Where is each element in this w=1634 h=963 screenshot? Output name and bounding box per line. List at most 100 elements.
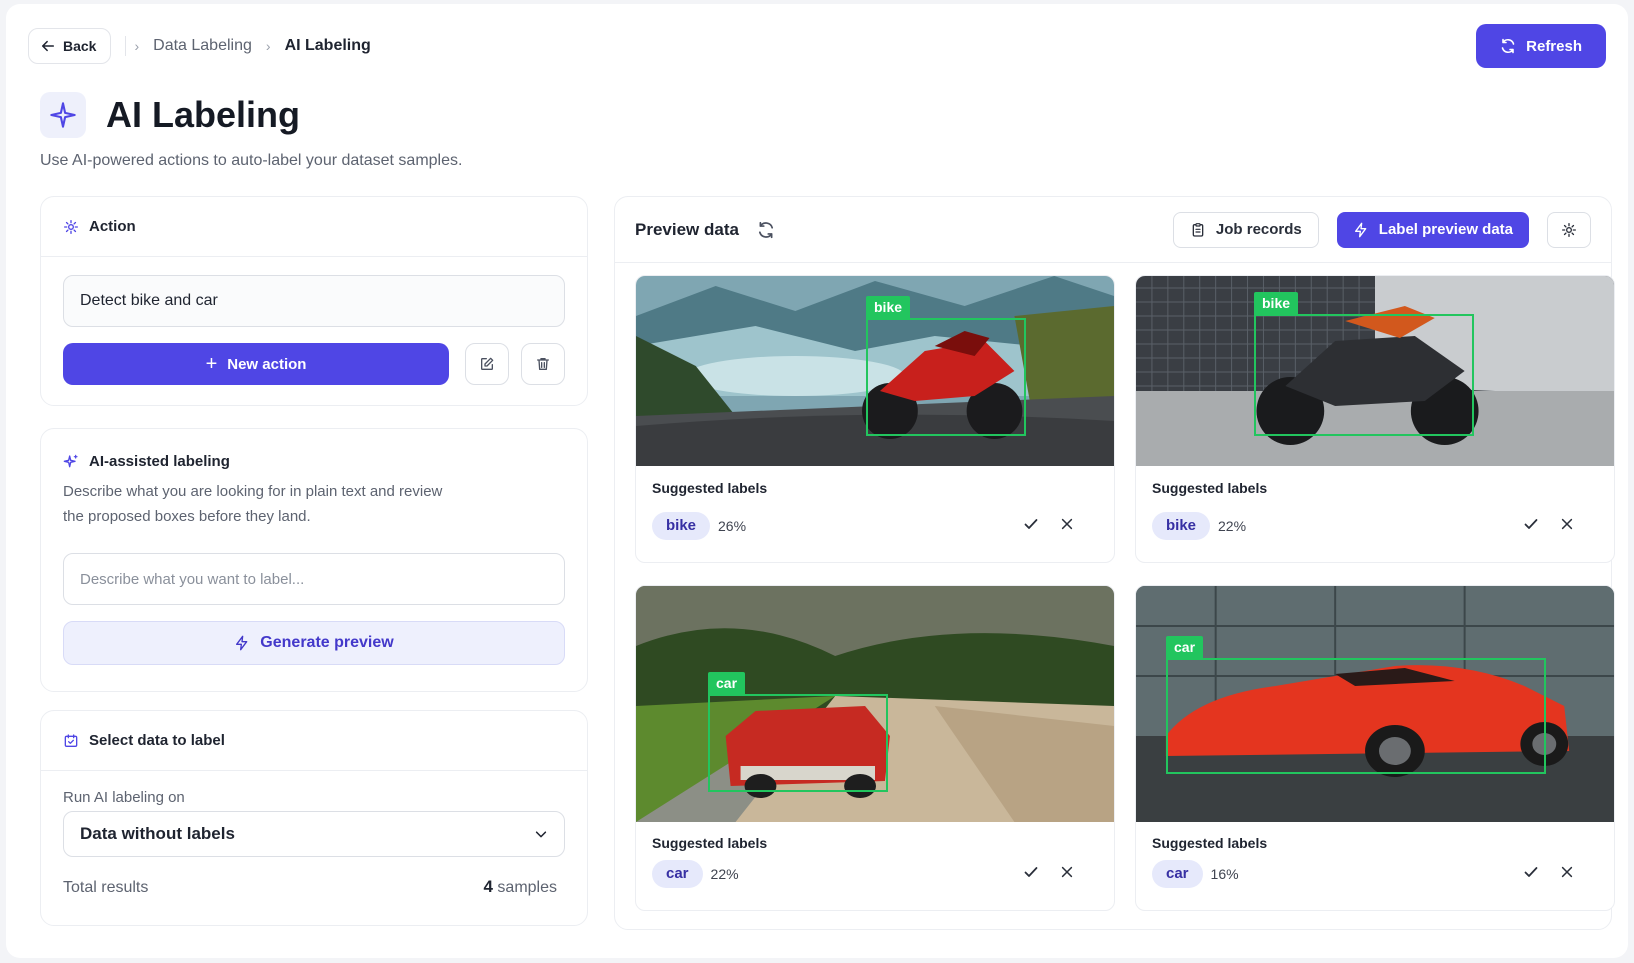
sample-card: bike Suggested labels bike 26%	[635, 275, 1115, 563]
data-scope-value: Data without labels	[80, 824, 235, 843]
select-data-card: Select data to label Run AI labeling on …	[40, 710, 588, 926]
action-card-header: Action	[41, 197, 587, 257]
select-data-header: Select data to label	[41, 711, 587, 771]
sample-image[interactable]: bike	[636, 276, 1114, 466]
action-select[interactable]: Detect bike and car	[63, 275, 565, 327]
arrow-left-icon	[41, 40, 55, 52]
reject-label-button[interactable]	[1055, 860, 1079, 884]
confidence-value: 16%	[1210, 866, 1239, 882]
action-card: Action Detect bike and car + New action	[40, 196, 588, 406]
sparkles-icon	[63, 454, 78, 467]
sample-image[interactable]: car	[1136, 586, 1614, 822]
preview-header: Preview data Job records Label preview d…	[615, 197, 1611, 263]
suggested-labels-title: Suggested labels	[652, 835, 768, 851]
generate-preview-label: Generate preview	[260, 634, 394, 651]
confidence-value: 22%	[710, 866, 739, 882]
reject-label-button[interactable]	[1055, 512, 1079, 536]
ai-assisted-title: AI-assisted labeling	[89, 453, 230, 470]
label-suggestion: car 16%	[1152, 860, 1239, 888]
clipboard-icon	[1192, 222, 1204, 237]
plus-icon: +	[205, 353, 218, 375]
label-chip: car	[652, 860, 703, 888]
select-data-title: Select data to label	[89, 732, 225, 749]
reject-label-button[interactable]	[1555, 512, 1579, 536]
data-scope-select[interactable]: Data without labels	[63, 811, 565, 857]
refresh-preview-icon[interactable]	[757, 221, 775, 239]
bounding-box[interactable]: bike	[866, 296, 1026, 436]
bounding-box-tag: car	[708, 672, 746, 694]
accept-label-button[interactable]	[1019, 860, 1043, 884]
preview-title: Preview data	[635, 219, 739, 239]
check-icon	[1024, 867, 1038, 877]
total-count: 4	[483, 877, 493, 896]
breadcrumb-ai-labeling: AI Labeling	[284, 37, 371, 54]
sample-image[interactable]: car	[636, 586, 1114, 822]
sample-card: car Suggested labels car 16%	[1135, 585, 1615, 911]
gear-icon	[1562, 222, 1576, 237]
job-records-label: Job records	[1215, 221, 1302, 238]
ai-assisted-description: Describe what you are looking for in pla…	[63, 483, 443, 525]
bounding-box-tag: bike	[1254, 292, 1299, 314]
bounding-box[interactable]: car	[1166, 636, 1546, 774]
refresh-icon	[1501, 38, 1515, 54]
close-icon	[1061, 866, 1073, 878]
chevron-down-icon	[535, 831, 547, 838]
refresh-label: Refresh	[1526, 37, 1582, 55]
back-label: Back	[63, 38, 97, 54]
reject-label-button[interactable]	[1555, 860, 1579, 884]
sample-card: car Suggested labels car 22%	[635, 585, 1115, 911]
label-chip: bike	[652, 512, 711, 540]
action-select-value: Detect bike and car	[80, 292, 218, 309]
preview-settings-button[interactable]	[1547, 211, 1591, 248]
bounding-box[interactable]: car	[708, 672, 888, 792]
chevron-right-icon: ›	[134, 38, 140, 54]
bounding-box-tag: bike	[866, 296, 911, 318]
back-button[interactable]: Back	[28, 28, 112, 64]
breadcrumb-data-labeling[interactable]: Data Labeling	[153, 37, 252, 55]
label-suggestion: bike 22%	[1152, 512, 1246, 540]
action-card-title: Action	[89, 218, 136, 235]
accept-label-button[interactable]	[1519, 860, 1543, 884]
bounding-box[interactable]: bike	[1254, 292, 1474, 436]
new-action-label: New action	[227, 355, 307, 373]
ai-assisted-header: AI-assisted labeling	[63, 453, 230, 470]
close-icon	[1061, 518, 1073, 530]
total-results-value: 4 samples	[484, 877, 558, 897]
page: Back › Data Labeling › AI Labeling Refre…	[6, 4, 1628, 958]
check-icon	[1024, 519, 1038, 529]
preview-card: Preview data Job records Label preview d…	[614, 196, 1615, 930]
confidence-value: 22%	[1218, 518, 1247, 534]
label-suggestion: bike 26%	[652, 512, 746, 540]
page-subtitle: Use AI-powered actions to auto-label you…	[40, 152, 463, 169]
suggested-labels-title: Suggested labels	[1152, 480, 1268, 496]
ai-assisted-card: AI-assisted labeling Describe what you a…	[40, 428, 588, 692]
refresh-button[interactable]: Refresh	[1476, 24, 1606, 68]
trash-icon	[537, 358, 549, 370]
lightning-icon	[1354, 222, 1367, 237]
close-icon	[1561, 518, 1573, 530]
label-preview-button[interactable]: Label preview data	[1336, 211, 1529, 248]
chevron-right-icon: ›	[265, 38, 271, 54]
generate-preview-button[interactable]: Generate preview	[63, 621, 565, 665]
edit-action-button[interactable]	[465, 343, 509, 385]
label-suggestion: car 22%	[652, 860, 739, 888]
check-icon	[1524, 519, 1538, 529]
describe-label-input[interactable]	[63, 553, 565, 605]
new-action-button[interactable]: + New action	[63, 343, 449, 385]
delete-action-button[interactable]	[521, 343, 565, 385]
label-preview-label: Label preview data	[1378, 221, 1513, 238]
lightning-icon	[236, 635, 248, 651]
bounding-box-tag: car	[1166, 636, 1204, 658]
accept-label-button[interactable]	[1519, 512, 1543, 536]
page-title: AI Labeling	[106, 94, 301, 135]
job-records-button[interactable]: Job records	[1172, 211, 1319, 248]
sample-card: bike Suggested labels bike 22%	[1135, 275, 1615, 563]
close-icon	[1561, 866, 1573, 878]
accept-label-button[interactable]	[1019, 512, 1043, 536]
sparkle-icon	[40, 92, 86, 138]
gear-icon	[64, 219, 78, 234]
sample-image[interactable]: bike	[1136, 276, 1614, 466]
calendar-check-icon	[64, 733, 78, 747]
topbar: Back › Data Labeling › AI Labeling Refre…	[28, 23, 1606, 69]
check-icon	[1524, 867, 1538, 877]
